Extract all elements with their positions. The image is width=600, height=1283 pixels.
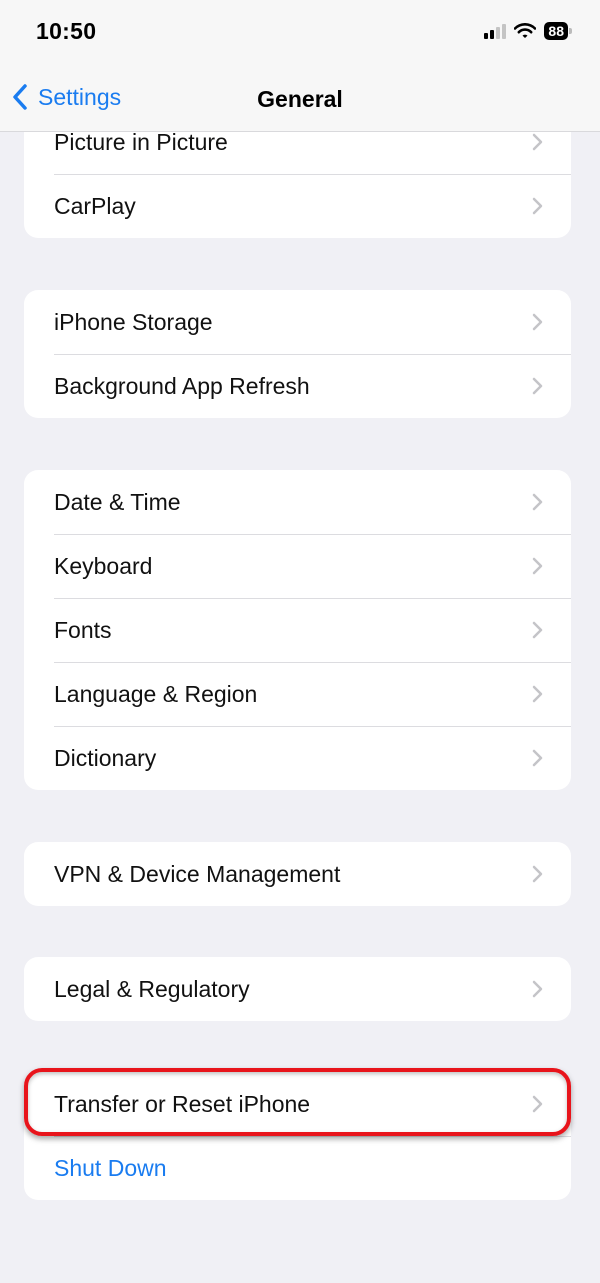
chevron-right-icon — [532, 1095, 543, 1113]
row-fonts[interactable]: Fonts — [24, 598, 571, 662]
row-shut-down[interactable]: Shut Down — [24, 1136, 571, 1200]
cellular-signal-icon — [484, 23, 507, 39]
chevron-right-icon — [532, 865, 543, 883]
row-label: Transfer or Reset iPhone — [54, 1090, 311, 1117]
row-label: Dictionary — [54, 744, 157, 771]
group-locale: Date & Time Keyboard Fonts Language & Re… — [24, 470, 571, 790]
chevron-right-icon — [532, 749, 543, 767]
battery-icon: 88 — [544, 22, 572, 40]
chevron-right-icon — [532, 685, 543, 703]
row-label: iPhone Storage — [54, 308, 213, 335]
row-legal-regulatory[interactable]: Legal & Regulatory — [24, 957, 571, 1021]
row-background-app-refresh[interactable]: Background App Refresh — [24, 354, 571, 418]
row-label: Background App Refresh — [54, 372, 310, 399]
chevron-right-icon — [532, 493, 543, 511]
row-label: VPN & Device Management — [54, 860, 341, 887]
row-keyboard[interactable]: Keyboard — [24, 534, 571, 598]
row-label: Date & Time — [54, 488, 181, 515]
chevron-right-icon — [532, 313, 543, 331]
group-legal: Legal & Regulatory — [24, 957, 571, 1021]
page-title: General — [257, 86, 343, 112]
row-date-time[interactable]: Date & Time — [24, 470, 571, 534]
row-transfer-reset-iphone[interactable]: Transfer or Reset iPhone — [24, 1072, 571, 1136]
chevron-right-icon — [532, 557, 543, 575]
row-label: Language & Region — [54, 680, 258, 707]
battery-level: 88 — [544, 22, 568, 40]
status-icons: 88 — [484, 22, 572, 40]
row-language-region[interactable]: Language & Region — [24, 662, 571, 726]
row-label: Legal & Regulatory — [54, 975, 250, 1002]
chevron-right-icon — [532, 621, 543, 639]
row-carplay[interactable]: CarPlay — [24, 174, 571, 238]
wifi-icon — [514, 23, 537, 38]
group-storage: iPhone Storage Background App Refresh — [24, 290, 571, 418]
row-dictionary[interactable]: Dictionary — [24, 726, 571, 790]
chevron-right-icon — [532, 133, 543, 151]
row-iphone-storage[interactable]: iPhone Storage — [24, 290, 571, 354]
group-vpn: VPN & Device Management — [24, 842, 571, 906]
chevron-right-icon — [532, 197, 543, 215]
row-label: Keyboard — [54, 552, 153, 579]
row-label: Fonts — [54, 616, 112, 643]
chevron-right-icon — [532, 377, 543, 395]
navigation-bar: Settings General — [0, 66, 600, 132]
shut-down-link: Shut Down — [54, 1154, 167, 1181]
group-reset: Transfer or Reset iPhone Shut Down — [24, 1072, 571, 1200]
status-time: 10:50 — [36, 18, 97, 44]
row-label: Picture in Picture — [54, 128, 228, 155]
row-label: CarPlay — [54, 192, 136, 219]
chevron-right-icon — [532, 980, 543, 998]
row-vpn-device-management[interactable]: VPN & Device Management — [24, 842, 571, 906]
status-bar: 10:50 88 — [0, 0, 600, 66]
